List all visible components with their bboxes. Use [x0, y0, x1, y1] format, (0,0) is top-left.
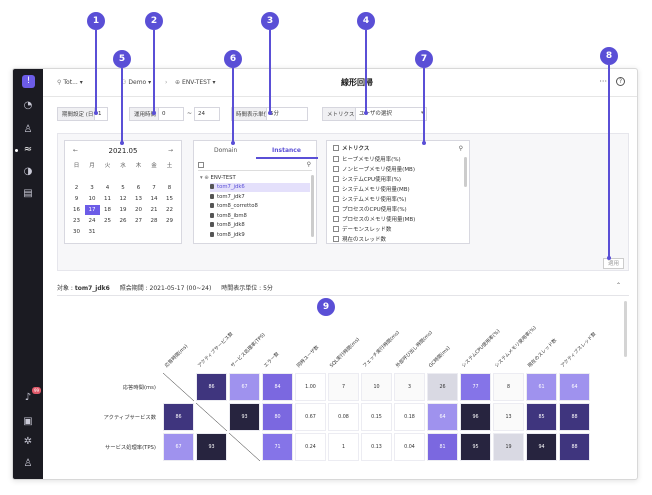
heatmap-cell[interactable]: 8	[493, 373, 524, 401]
column-label: 応答時間(ms)	[164, 344, 190, 369]
heatmap-cell[interactable]: 67	[229, 373, 260, 401]
column-label: アクティブスレッド数	[560, 331, 598, 369]
column-label: GC時間(ms)	[428, 345, 452, 369]
callout-marker: 5	[113, 50, 131, 68]
heatmap-cell[interactable]: 85	[526, 403, 557, 431]
heatmap-cell[interactable]	[163, 373, 194, 401]
callout-dot	[607, 256, 611, 260]
callout-line	[269, 30, 271, 113]
heatmap-cell[interactable]: 19	[493, 433, 524, 461]
heatmap-cell[interactable]: 0.13	[361, 433, 392, 461]
column-label: エラー数	[263, 351, 281, 369]
heatmap-cell[interactable]: 13	[493, 403, 524, 431]
column-label: SQL実行時間(ms)	[329, 337, 362, 369]
heatmap-cell[interactable]: 3	[394, 373, 425, 401]
heatmap-cell[interactable]: 86	[163, 403, 194, 431]
column-label: 現在のスレッド数	[527, 338, 559, 369]
callout-dot	[364, 111, 368, 115]
heatmap-cell[interactable]: 1	[328, 433, 359, 461]
heatmap-cell[interactable]: 0.15	[361, 403, 392, 431]
callout-line	[121, 68, 123, 143]
heatmap-cell[interactable]: 0.08	[328, 403, 359, 431]
heatmap-cell[interactable]: 0.24	[295, 433, 326, 461]
heatmap-cell[interactable]: 81	[427, 433, 458, 461]
heatmap-cell[interactable]: 0.04	[394, 433, 425, 461]
heatmap-cell[interactable]: 61	[526, 373, 557, 401]
callout-marker: 1	[87, 12, 105, 30]
callout-marker: 8	[600, 47, 618, 65]
callout-dot	[268, 111, 272, 115]
callout-marker: 3	[261, 12, 279, 30]
heatmap-cell[interactable]: 93	[196, 433, 227, 461]
callout-line	[95, 30, 97, 113]
callout-dot	[422, 141, 426, 145]
heatmap-cell[interactable]: 77	[460, 373, 491, 401]
heatmap-cell[interactable]: 64	[427, 403, 458, 431]
row-label: アクティブサービス数	[103, 415, 156, 421]
row-label: 応答時間(ms)	[122, 385, 156, 391]
heatmap-cell[interactable]	[229, 433, 260, 461]
heatmap-cell[interactable]: 80	[262, 403, 293, 431]
heatmap-cell[interactable]: 86	[196, 373, 227, 401]
heatmap-cell[interactable]: 96	[460, 403, 491, 431]
heatmap-cell[interactable]: 0.67	[295, 403, 326, 431]
callout-marker: 7	[415, 50, 433, 68]
callout-marker: 6	[224, 50, 242, 68]
callout-line	[153, 30, 155, 113]
callout-dot	[231, 141, 235, 145]
app-window: ! ◔ ♙ ≈ ◑ ▤ ♪ 99 ▣ ✲ ♙ ⚲ Tot... ▾ ⚇ Demo ▾…	[12, 68, 638, 480]
heatmap-cell[interactable]: 94	[526, 433, 557, 461]
callout-line	[423, 68, 425, 143]
callout-marker: 4	[357, 12, 375, 30]
callout-line	[232, 68, 234, 143]
heatmap-cell[interactable]: 10	[361, 373, 392, 401]
callout-dot	[94, 111, 98, 115]
column-label: 同時ユーザ数	[296, 345, 321, 369]
callout-marker: 9	[317, 298, 335, 316]
heatmap-cell[interactable]: 26	[427, 373, 458, 401]
heatmap-cell[interactable]: 93	[229, 403, 260, 431]
callout-marker: 2	[145, 12, 163, 30]
correlation-heatmap: 応答時間(ms) アクティブサービス数 サービス処理率(TPS) エラー数 同時ユーザ数…	[13, 69, 637, 479]
heatmap-cell[interactable]: 84	[262, 373, 293, 401]
row-label: サービス処理率(TPS)	[104, 445, 156, 451]
heatmap-cell[interactable]: 7	[328, 373, 359, 401]
callout-dot	[120, 141, 124, 145]
callout-dot	[152, 111, 156, 115]
result-scrollbar[interactable]	[624, 301, 627, 357]
heatmap-cell[interactable]: 95	[460, 433, 491, 461]
heatmap-cell[interactable]: 88	[559, 403, 590, 431]
callout-line	[608, 65, 610, 258]
heatmap-cell[interactable]: 1.00	[295, 373, 326, 401]
heatmap-cell[interactable]: 71	[262, 433, 293, 461]
heatmap-cell[interactable]: 64	[559, 373, 590, 401]
heatmap-cell[interactable]: 88	[559, 433, 590, 461]
heatmap-cell[interactable]	[196, 403, 227, 431]
callout-line	[365, 30, 367, 113]
heatmap-cell[interactable]: 67	[163, 433, 194, 461]
heatmap-cell[interactable]: 0.18	[394, 403, 425, 431]
